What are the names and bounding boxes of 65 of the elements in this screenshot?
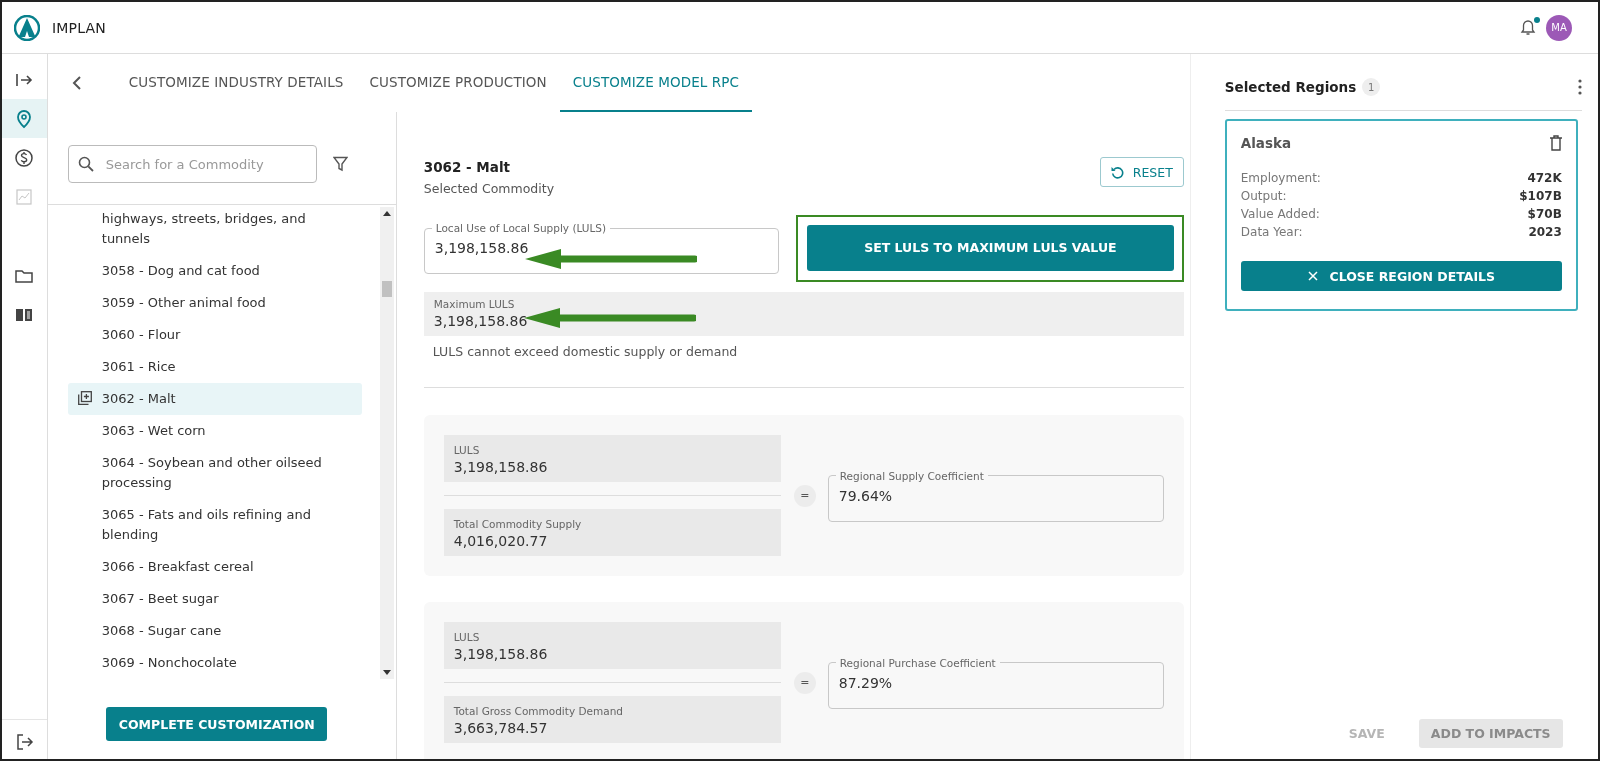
trash-icon[interactable] bbox=[1549, 135, 1562, 151]
close-icon bbox=[1307, 271, 1318, 281]
search-field[interactable]: Search for a Commodity bbox=[67, 145, 317, 183]
rail-button[interactable] bbox=[2, 99, 47, 138]
stat-label: Data Year: bbox=[1240, 224, 1303, 241]
app-name: IMPLAN bbox=[52, 19, 107, 36]
back-chevron-icon[interactable] bbox=[71, 75, 82, 91]
scrollbar[interactable] bbox=[379, 207, 394, 679]
denominator-field: Total Commodity Supply 4,016,020.77 bbox=[443, 509, 781, 556]
logo-icon bbox=[14, 14, 40, 41]
denominator-field: Total Gross Commodity Demand 3,663,784.57 bbox=[443, 696, 781, 743]
coefficient-field[interactable]: Regional Supply Coefficient 79.64% bbox=[827, 469, 1164, 522]
tab[interactable]: CUSTOMIZE MODEL RPC bbox=[559, 68, 753, 112]
scroll-down-icon[interactable] bbox=[382, 670, 391, 675]
hint-text: LULS cannot exceed domestic supply or demand bbox=[432, 344, 739, 359]
maximum-luls-field: Maximum LULS 3,198,158.86 bbox=[423, 292, 1184, 336]
stat-value: $107B bbox=[1519, 188, 1562, 205]
numerator-field: LULS 3,198,158.86 bbox=[443, 622, 781, 669]
commodity-item[interactable]: 3062 - Malt bbox=[67, 383, 362, 415]
search-icon bbox=[77, 156, 94, 172]
commodity-item[interactable]: 3068 - Sugar cane bbox=[67, 615, 362, 647]
commodity-item[interactable]: highways, streets, bridges, and tunnels bbox=[67, 207, 362, 255]
commodity-item[interactable]: 3066 - Breakfast cereal bbox=[67, 551, 362, 583]
close-region-details-button[interactable]: CLOSE REGION DETAILS bbox=[1240, 261, 1562, 291]
stat-value: 472K bbox=[1527, 170, 1562, 187]
commodity-title: 3062 - Malt bbox=[423, 159, 511, 175]
logout-icon bbox=[14, 731, 35, 752]
coefficient-field[interactable]: Regional Purchase Coefficient 87.29% bbox=[827, 656, 1164, 709]
reset-icon bbox=[1110, 165, 1124, 179]
numerator-field: LULS 3,198,158.86 bbox=[443, 435, 781, 482]
commodity-item[interactable]: 3064 - Soybean and other oilseed processing bbox=[67, 447, 362, 499]
line-chart-icon bbox=[14, 186, 35, 207]
tab[interactable]: CUSTOMIZE PRODUCTION bbox=[356, 68, 560, 112]
commodity-item[interactable]: 3061 - Rice bbox=[67, 351, 362, 383]
equals-sign: = bbox=[793, 671, 816, 694]
commodity-item[interactable]: 3060 - Flour bbox=[67, 319, 362, 351]
commodity-item[interactable]: 3069 - Nonchocolate bbox=[67, 647, 362, 679]
equals-sign: = bbox=[793, 484, 816, 507]
set-max-luls-button[interactable]: SET LULS TO MAXIMUM LULS VALUE bbox=[806, 224, 1174, 271]
commodity-item[interactable]: 3067 - Beet sugar bbox=[67, 583, 362, 615]
scroll-up-icon[interactable] bbox=[382, 211, 391, 216]
commodity-item[interactable]: 3059 - Other animal food bbox=[67, 287, 362, 319]
panel-title: Selected Regions bbox=[1224, 79, 1357, 95]
stat-label: Output: bbox=[1240, 188, 1287, 205]
commodity-item[interactable]: 3063 - Wet corn bbox=[67, 415, 362, 447]
scrollbar-thumb[interactable] bbox=[381, 281, 392, 297]
region-name: Alaska bbox=[1240, 135, 1292, 151]
commodity-item[interactable]: 3058 - Dog and cat food bbox=[67, 255, 362, 287]
stat-value: $70B bbox=[1527, 206, 1562, 223]
bell-icon[interactable] bbox=[1520, 18, 1536, 37]
stat-label: Value Added: bbox=[1240, 206, 1320, 223]
tab[interactable]: CUSTOMIZE INDUSTRY DETAILS bbox=[115, 68, 357, 112]
commodity-subtitle: Selected Commodity bbox=[423, 181, 555, 196]
dollar-circle-icon bbox=[14, 147, 35, 168]
stat-value: 2023 bbox=[1528, 224, 1562, 241]
complete-customization-button[interactable]: COMPLETE CUSTOMIZATION bbox=[106, 707, 328, 741]
stat-label: Employment: bbox=[1240, 170, 1321, 187]
reset-button[interactable]: RESET bbox=[1099, 157, 1184, 187]
filter-icon[interactable] bbox=[332, 156, 348, 172]
user-avatar[interactable]: MA bbox=[1546, 14, 1572, 41]
count-badge: 1 bbox=[1362, 78, 1381, 96]
commodity-item[interactable]: 3065 - Fats and oils refining and blending bbox=[67, 499, 362, 551]
add-copy-icon[interactable] bbox=[77, 391, 92, 405]
luls-input-field[interactable]: Local Use of Local Supply (LULS) 3,198,158.86 bbox=[423, 222, 779, 274]
more-options-icon[interactable] bbox=[1578, 79, 1582, 95]
